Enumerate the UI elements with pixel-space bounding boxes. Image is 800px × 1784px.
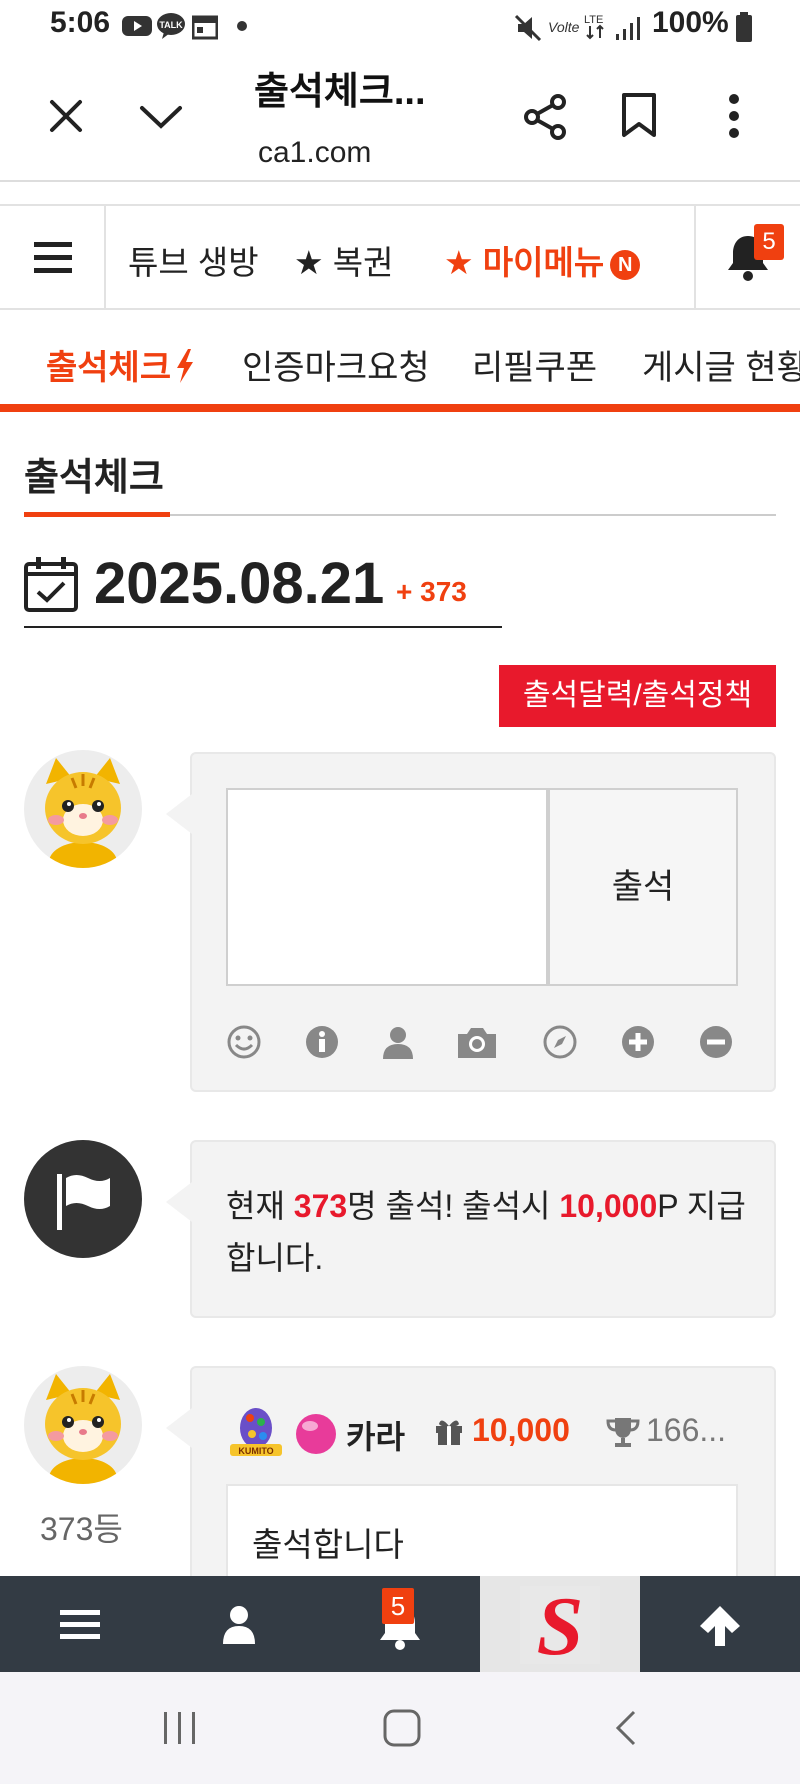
plus-circle-icon[interactable]: [620, 1024, 656, 1060]
attendance-notice: 현재 373명 출석! 출석시 10,000P 지급합니다.: [226, 1180, 746, 1284]
info-icon[interactable]: [304, 1024, 340, 1060]
volte-icon: Volte: [548, 19, 580, 35]
calendar-policy-button[interactable]: 출석달력/출석정책: [499, 665, 776, 727]
page-url[interactable]: ca1.com: [258, 136, 371, 170]
nav-item-mymenu-label: ★ 마이메뉴: [444, 244, 605, 281]
svg-text:S: S: [537, 1586, 584, 1664]
mute-icon: [514, 14, 542, 42]
youtube-icon: [122, 16, 152, 36]
nav-item-lottery[interactable]: ★ 복권: [294, 236, 393, 284]
section-accent-bar: [24, 512, 170, 517]
comment-text: 출석합니다: [252, 1526, 404, 1563]
calendar-check-icon: [24, 557, 78, 612]
notification-badge: 5: [754, 224, 784, 260]
close-icon[interactable]: [46, 96, 86, 136]
lte-icon: LTE: [584, 14, 604, 40]
date-underline: [24, 626, 502, 628]
bottom-nav-scroll-top[interactable]: [640, 1576, 800, 1672]
tab-attendance-label: 출석체크: [46, 349, 172, 387]
attendance-count-badge: + 373: [396, 576, 467, 607]
back-icon[interactable]: [612, 1708, 642, 1748]
bottom-nav-menu[interactable]: [0, 1576, 160, 1672]
sub-nav: 출석체크 인증마크요청 리필쿠폰 게시글 현황: [0, 312, 800, 412]
svg-text:KUMITO: KUMITO: [238, 1446, 273, 1456]
member-nickname[interactable]: 카라: [346, 1412, 405, 1458]
nav-item-mymenu[interactable]: ★ 마이메뉴 N: [444, 236, 641, 284]
hamburger-menu-icon: [60, 1610, 100, 1639]
attendance-rank: 373등: [40, 1511, 123, 1547]
bookmark-icon[interactable]: [620, 92, 658, 140]
user-icon: [223, 1606, 255, 1644]
new-badge: N: [610, 250, 641, 281]
flag-icon: [57, 1174, 110, 1230]
pink-orb-icon: [296, 1414, 336, 1454]
tiger-avatar-image: [24, 1366, 142, 1484]
lightning-icon: [177, 349, 194, 383]
arrow-up-icon: [700, 1606, 740, 1646]
signal-icon: [616, 17, 640, 40]
tab-certmark[interactable]: 인증마크요청: [242, 340, 430, 389]
status-time: 5:06: [50, 6, 111, 39]
section-heading: 출석체크: [24, 457, 164, 499]
flag-avatar: [24, 1140, 142, 1258]
share-icon[interactable]: [520, 92, 570, 142]
system-nav-bar: [0, 1672, 800, 1784]
attendance-date: 2025.08.21: [94, 551, 385, 616]
notice-count: 373: [293, 1188, 348, 1224]
tiger-avatar-image: [24, 750, 142, 868]
site-logo: S: [520, 1586, 600, 1664]
tab-attendance[interactable]: 출석체크: [46, 340, 195, 389]
attend-comment-input[interactable]: [226, 788, 548, 986]
bottom-nav-home-logo[interactable]: S: [480, 1576, 640, 1672]
page-title: 출석체크...: [254, 71, 426, 113]
compass-icon[interactable]: [542, 1024, 578, 1060]
tab-refill-coupon[interactable]: 리필쿠폰: [472, 340, 597, 389]
more-options-icon[interactable]: [726, 92, 742, 140]
tab-post-status[interactable]: 게시글 현황: [642, 340, 800, 389]
bottom-notification-badge: 5: [382, 1588, 414, 1624]
dot-icon: [237, 21, 247, 31]
recent-apps-icon[interactable]: [160, 1708, 200, 1748]
divider: [104, 206, 106, 310]
kakaotalk-icon: TALK: [157, 13, 185, 39]
level-badge-icon: KUMITO: [230, 1408, 282, 1456]
svg-text:LTE: LTE: [584, 14, 603, 26]
divider: [694, 206, 696, 310]
home-icon[interactable]: [382, 1708, 422, 1748]
avatar: [24, 1366, 142, 1484]
avatar: [24, 750, 142, 868]
calendar-icon: [192, 15, 218, 40]
status-bar: 5:06 TALK Volte LTE 100%: [0, 0, 800, 56]
notice-middle: 명 출석! 출석시: [347, 1188, 560, 1224]
battery-percentage: 100%: [652, 6, 729, 39]
trophy-icon: [606, 1418, 640, 1447]
gift-icon: [436, 1420, 462, 1445]
notice-points: 10,000: [559, 1188, 658, 1224]
bottom-nav-profile[interactable]: [160, 1576, 320, 1672]
site-nav: 튜브 생방 ★ 복권 ★ 마이메뉴 N 5: [0, 204, 800, 310]
svg-text:Volte: Volte: [548, 19, 580, 35]
minus-circle-icon[interactable]: [698, 1024, 734, 1060]
nav-item-live[interactable]: 튜브 생방: [128, 236, 259, 284]
user-icon[interactable]: [380, 1024, 416, 1060]
chevron-down-icon[interactable]: [138, 102, 184, 132]
notice-prefix: 현재: [226, 1188, 294, 1224]
attend-button[interactable]: 출석: [548, 788, 738, 986]
member-trophy-count: 166...: [646, 1412, 727, 1448]
hamburger-menu-icon[interactable]: [34, 240, 74, 276]
member-points: 10,000: [472, 1412, 570, 1448]
bubble-tail: [166, 1408, 192, 1448]
smiley-icon[interactable]: [226, 1024, 262, 1060]
bubble-tail: [166, 1182, 192, 1222]
camera-icon[interactable]: [456, 1024, 498, 1060]
bubble-tail: [166, 794, 192, 834]
svg-text:TALK: TALK: [159, 20, 183, 30]
browser-toolbar: 출석체크... ca1.com: [0, 56, 800, 182]
battery-icon: [736, 12, 752, 42]
